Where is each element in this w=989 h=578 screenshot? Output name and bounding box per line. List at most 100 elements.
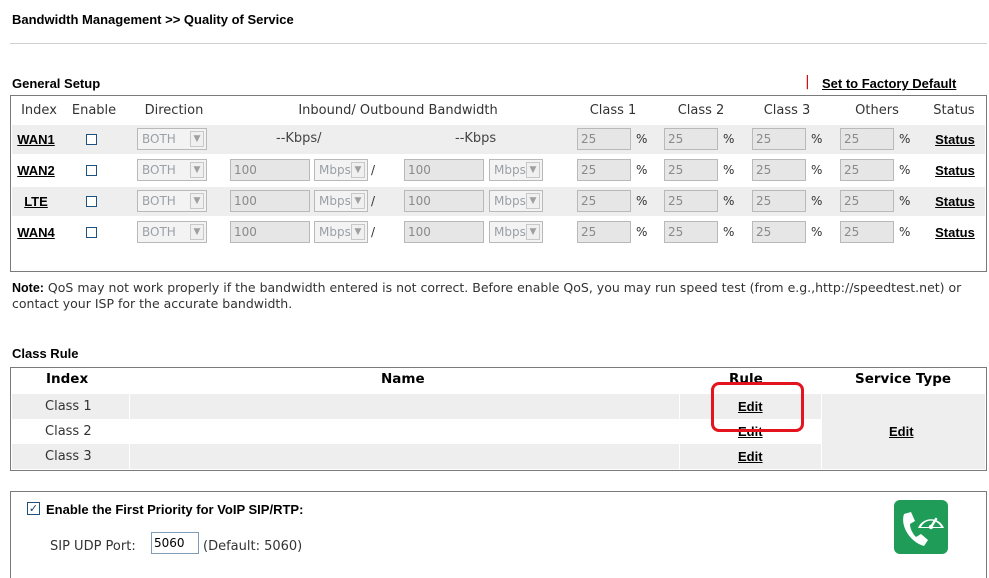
wan4-others-input[interactable]: 25: [840, 221, 894, 243]
lte-direction-select[interactable]: BOTH ▼: [137, 190, 207, 212]
header-name: Name: [381, 371, 425, 387]
chevron-down-icon: ▼: [190, 224, 204, 240]
wan4-link[interactable]: WAN4: [17, 225, 55, 240]
wan2-class1-input[interactable]: 25: [577, 159, 631, 181]
percent-label: %: [811, 225, 823, 239]
lte-status-link[interactable]: Status: [935, 194, 975, 209]
check-icon: ✓: [28, 502, 39, 515]
bandwidth-note: Note: QoS may not work properly if the b…: [12, 280, 987, 311]
header-index: Index: [46, 371, 89, 387]
unit-value: Mbps: [319, 194, 351, 208]
wan2-inbound-input[interactable]: 100: [230, 159, 310, 181]
percent-label: %: [899, 194, 911, 208]
wan2-outbound-input[interactable]: 100: [404, 159, 484, 181]
wan1-class2-input[interactable]: 25: [664, 128, 718, 150]
header-bandwidth: Inbound/ Outbound Bandwidth: [298, 102, 498, 118]
voip-priority-label: Enable the First Priority for VoIP SIP/R…: [46, 502, 304, 517]
header-class3: Class 3: [763, 102, 811, 118]
chevron-down-icon: ▼: [526, 224, 540, 240]
wan2-status-link[interactable]: Status: [935, 163, 975, 178]
wan2-inbound-unit-select[interactable]: Mbps ▼: [314, 159, 368, 181]
header-direction: Direction: [144, 102, 204, 118]
highlight-box: [711, 382, 804, 432]
wan4-class1-input[interactable]: 25: [577, 221, 631, 243]
wan4-inbound-unit-select[interactable]: Mbps ▼: [314, 221, 368, 243]
lte-others-input[interactable]: 25: [840, 190, 894, 212]
wan4-outbound-unit-select[interactable]: Mbps ▼: [489, 221, 543, 243]
percent-label: %: [723, 225, 735, 239]
bandwidth-slash: /: [371, 194, 376, 208]
sip-port-default: (Default: 5060): [203, 539, 303, 554]
wan2-enable-checkbox[interactable]: [86, 165, 97, 176]
class-rule-title: Class Rule: [12, 346, 79, 361]
lte-class1-input[interactable]: 25: [577, 190, 631, 212]
lte-class3-input[interactable]: 25: [752, 190, 806, 212]
wan4-direction-select[interactable]: BOTH ▼: [137, 221, 207, 243]
set-factory-default-link[interactable]: Set to Factory Default: [822, 76, 956, 91]
wan1-direction-select[interactable]: BOTH ▼: [137, 128, 207, 150]
lte-link[interactable]: LTE: [24, 194, 48, 209]
direction-value: BOTH: [142, 194, 176, 208]
bandwidth-slash: /: [371, 225, 376, 239]
chevron-down-icon: ▼: [190, 131, 204, 147]
chevron-down-icon: ▼: [526, 162, 540, 178]
lte-inbound-input[interactable]: 100: [230, 190, 310, 212]
header-enable: Enable: [71, 102, 117, 118]
wan1-others-input[interactable]: 25: [840, 128, 894, 150]
wan4-status-link[interactable]: Status: [935, 225, 975, 240]
percent-label: %: [723, 132, 735, 146]
lte-inbound-unit-select[interactable]: Mbps ▼: [314, 190, 368, 212]
unit-value: Mbps: [494, 194, 526, 208]
wan2-direction-select[interactable]: BOTH ▼: [137, 159, 207, 181]
wan4-outbound-input[interactable]: 100: [404, 221, 484, 243]
wan1-enable-checkbox[interactable]: [86, 134, 97, 145]
percent-label: %: [636, 163, 648, 177]
unit-value: Mbps: [494, 163, 526, 177]
wan2-class3-input[interactable]: 25: [752, 159, 806, 181]
page-title: Bandwidth Management >> Quality of Servi…: [12, 12, 294, 27]
wan1-link[interactable]: WAN1: [17, 132, 55, 147]
header-class2: Class 2: [677, 102, 725, 118]
wan2-others-input[interactable]: 25: [840, 159, 894, 181]
wan1-outbound-text: --Kbps: [455, 131, 497, 146]
wan2-class2-input[interactable]: 25: [664, 159, 718, 181]
wan4-enable-checkbox[interactable]: [86, 227, 97, 238]
lte-enable-checkbox[interactable]: [86, 196, 97, 207]
class3-rule-edit-link[interactable]: Edit: [738, 449, 763, 464]
wan1-class1-input[interactable]: 25: [577, 128, 631, 150]
percent-label: %: [811, 194, 823, 208]
chevron-down-icon: ▼: [190, 162, 204, 178]
unit-value: Mbps: [494, 225, 526, 239]
header-class1: Class 1: [589, 102, 637, 118]
percent-label: %: [899, 225, 911, 239]
lte-class2-input[interactable]: 25: [664, 190, 718, 212]
wan2-link[interactable]: WAN2: [17, 163, 55, 178]
service-type-edit-link[interactable]: Edit: [889, 424, 914, 439]
wan4-inbound-input[interactable]: 100: [230, 221, 310, 243]
percent-label: %: [636, 132, 648, 146]
general-setup-table: Index Enable Direction Inbound/ Outbound…: [10, 95, 987, 272]
sip-port-label: SIP UDP Port:: [50, 539, 136, 554]
wan1-class3-input[interactable]: 25: [752, 128, 806, 150]
percent-label: %: [811, 163, 823, 177]
note-text: QoS may not work properly if the bandwid…: [12, 280, 962, 311]
percent-label: %: [723, 194, 735, 208]
wan2-outbound-unit-select[interactable]: Mbps ▼: [489, 159, 543, 181]
wan4-class3-input[interactable]: 25: [752, 221, 806, 243]
chevron-down-icon: ▼: [351, 162, 365, 178]
wan4-class2-input[interactable]: 25: [664, 221, 718, 243]
class-index: Class 2: [45, 424, 92, 439]
header-index: Index: [21, 102, 57, 118]
header-others: Others: [855, 102, 899, 118]
wan1-status-link[interactable]: Status: [935, 132, 975, 147]
lte-outbound-input[interactable]: 100: [404, 190, 484, 212]
note-label: Note:: [12, 281, 44, 295]
lte-outbound-unit-select[interactable]: Mbps ▼: [489, 190, 543, 212]
header-status: Status: [933, 102, 975, 118]
sip-port-input[interactable]: 5060: [151, 532, 199, 554]
title-divider: [10, 43, 987, 44]
percent-label: %: [899, 132, 911, 146]
percent-label: %: [723, 163, 735, 177]
general-setup-title: General Setup: [12, 76, 101, 91]
voip-priority-checkbox[interactable]: ✓: [27, 502, 40, 515]
